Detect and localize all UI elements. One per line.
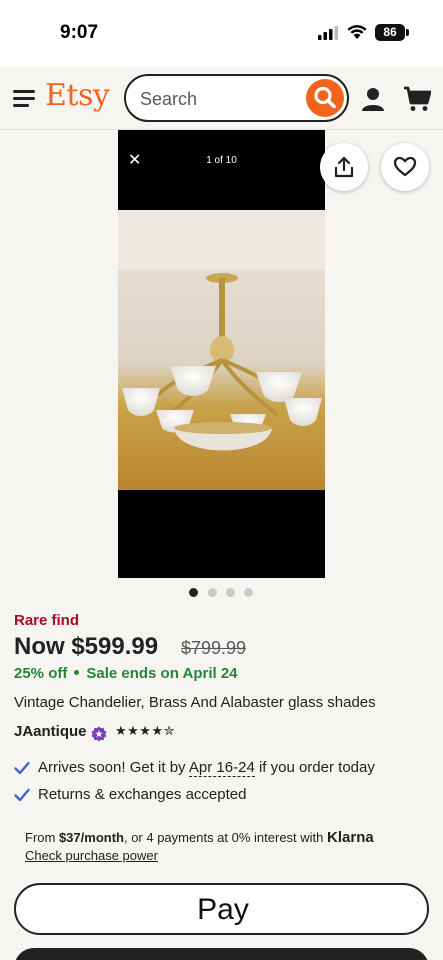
klarna-financing: From $37/month, or 4 payments at 0% inte… — [25, 829, 374, 846]
search-button[interactable] — [306, 79, 344, 117]
rating-stars[interactable]: ★★★★✮ — [115, 723, 175, 739]
rare-find-badge: Rare find — [14, 612, 80, 629]
check-icon — [14, 788, 30, 802]
battery-tip — [406, 29, 409, 36]
share-icon — [334, 156, 354, 178]
apple-pay-button[interactable]: Pay — [14, 883, 429, 935]
cellular-signal-icon — [318, 26, 338, 40]
listing-title: Vintage Chandelier, Brass And Alabaster … — [14, 694, 376, 711]
image-gallery[interactable]: ✕ 1 of 10 — [118, 130, 325, 578]
returns-text: Returns & exchanges accepted — [38, 786, 247, 803]
discount-label: 25% off — [14, 665, 68, 682]
favorite-button[interactable] — [381, 143, 429, 191]
arrival-prefix: Arrives soon! Get it by — [38, 759, 189, 776]
search-input[interactable]: Search — [124, 74, 349, 122]
cart-icon[interactable] — [403, 86, 431, 112]
hamburger-icon[interactable] — [13, 88, 37, 108]
wifi-icon — [347, 25, 367, 39]
sale-info: 25% off Sale ends on April 24 — [14, 665, 238, 682]
star-seller-icon — [91, 726, 107, 742]
search-placeholder: Search — [140, 89, 198, 109]
klarna-amount: $37/month — [58, 830, 124, 845]
pagination-dot[interactable] — [208, 588, 217, 597]
image-counter: 1 of 10 — [206, 155, 237, 166]
apple-pay-text: Pay — [197, 893, 249, 926]
buy-button[interactable] — [14, 948, 429, 960]
check-purchase-power-link[interactable]: Check purchase power — [25, 848, 158, 863]
product-photo[interactable] — [118, 210, 325, 490]
arrival-suffix: if you order today — [254, 759, 375, 776]
pagination-dot[interactable] — [226, 588, 235, 597]
etsy-logo[interactable]: Etsy — [45, 78, 110, 113]
top-nav: Etsy Search — [0, 66, 443, 130]
seller-name[interactable]: JAantique — [14, 723, 87, 740]
separator-dot — [74, 670, 80, 676]
klarna-from: From — [25, 830, 59, 845]
arrival-text: Arrives soon! Get it by Apr 16-24 if you… — [38, 759, 375, 777]
arrival-dates[interactable]: Apr 16-24 — [188, 759, 255, 777]
pagination-dot[interactable] — [189, 588, 198, 597]
status-time: 9:07 — [60, 22, 99, 43]
status-bar: 9:07 86 — [0, 0, 443, 66]
original-price: $799.99 — [181, 638, 247, 658]
sale-end-label: Sale ends on April 24 — [86, 665, 238, 682]
klarna-logo: Klarna — [327, 829, 374, 846]
klarna-middle: , or 4 payments at 0% interest with — [123, 830, 328, 845]
heart-icon — [393, 156, 417, 177]
pagination-dot[interactable] — [244, 588, 253, 597]
chandelier-photo — [118, 210, 325, 490]
current-price: Now $599.99 — [14, 633, 159, 660]
share-button[interactable] — [320, 143, 368, 191]
check-icon — [14, 761, 30, 775]
search-icon — [314, 86, 336, 109]
user-icon[interactable] — [360, 86, 386, 112]
apple-pay-label: Pay — [16, 893, 427, 927]
battery-indicator: 86 — [375, 24, 405, 41]
